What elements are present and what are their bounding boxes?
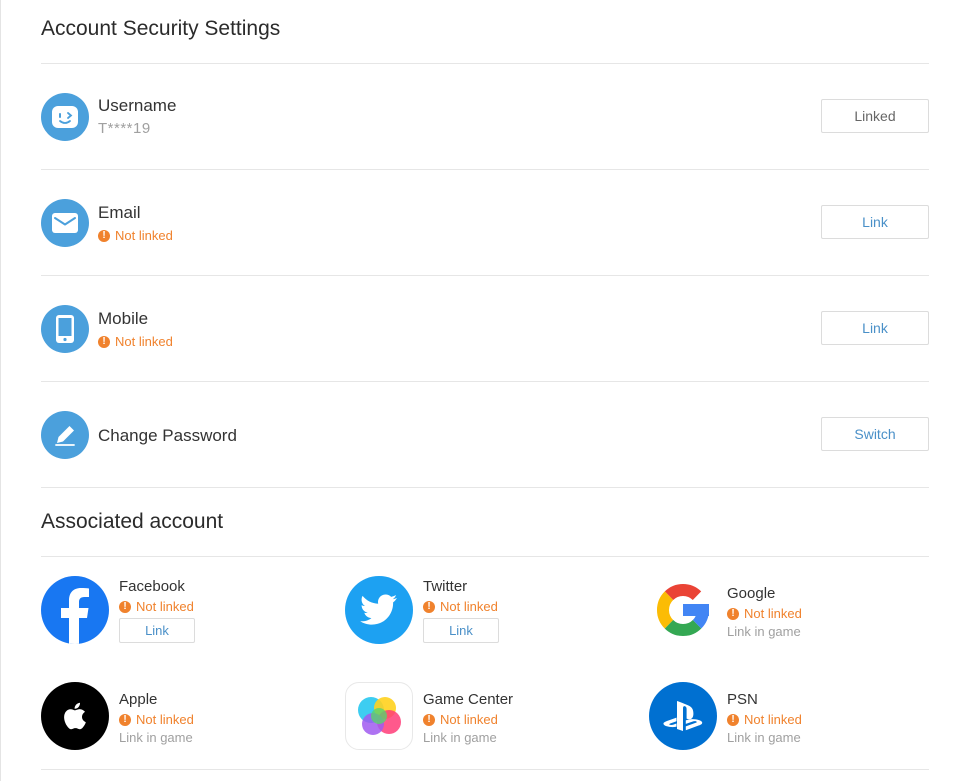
security-row-username: Username T****19 Linked [41,64,929,170]
smiley-face-icon [41,93,89,141]
username-text: Username T****19 [98,96,176,137]
warning-icon: ! [119,600,131,613]
warning-icon: ! [98,335,110,348]
psn-status: ! Not linked [727,712,802,727]
envelope-icon [41,199,89,247]
page-title: Account Security Settings [41,17,281,40]
username-value: T****19 [98,120,151,137]
psn-name: PSN [727,691,758,708]
email-text: Email ! Not linked [98,203,173,243]
warning-icon: ! [423,713,435,726]
google-name: Google [727,585,776,602]
game-center-text: Game Center ! Not linked Link in game [423,691,513,745]
associated-game-center: Game Center ! Not linked Link in game [345,682,625,752]
apple-status-text: Not linked [136,712,194,727]
apple-name: Apple [119,691,158,708]
mobile-link-button[interactable]: Link [821,311,929,345]
game-center-status-text: Not linked [440,712,498,727]
facebook-status-text: Not linked [136,599,194,614]
facebook-link-button[interactable]: Link [119,618,195,643]
divider [41,769,929,770]
twitter-icon [345,576,413,644]
game-center-status: ! Not linked [423,712,513,727]
associated-facebook: Facebook ! Not linked Link [41,576,321,646]
associated-twitter: Twitter ! Not linked Link [345,576,625,646]
associated-google: Google ! Not linked Link in game [649,576,929,646]
email-label: Email [98,203,141,222]
warning-icon: ! [98,229,110,242]
associated-apple: Apple ! Not linked Link in game [41,682,321,752]
facebook-status: ! Not linked [119,599,195,614]
warning-icon: ! [423,600,435,613]
password-label: Change Password [98,426,237,445]
twitter-text: Twitter ! Not linked Link [423,578,499,643]
google-status: ! Not linked [727,606,802,621]
mobile-status: ! Not linked [98,334,173,349]
username-linked-button[interactable]: Linked [821,99,929,133]
twitter-name: Twitter [423,578,468,595]
warning-icon: ! [727,713,739,726]
warning-icon: ! [119,713,131,726]
psn-text: PSN ! Not linked Link in game [727,691,802,745]
username-label: Username [98,96,177,115]
google-text: Google ! Not linked Link in game [727,585,802,639]
divider [41,487,929,488]
facebook-text: Facebook ! Not linked Link [119,578,195,643]
game-center-icon [345,682,413,750]
mobile-text: Mobile ! Not linked [98,309,173,349]
email-link-button[interactable]: Link [821,205,929,239]
mobile-label: Mobile [98,309,149,328]
associated-psn: PSN ! Not linked Link in game [649,682,929,752]
google-icon [649,576,717,644]
mobile-phone-icon [41,305,89,353]
associated-account-title: Associated account [41,510,224,533]
google-hint: Link in game [727,624,801,639]
password-text: Change Password [98,426,237,446]
security-row-password: Change Password Switch [41,382,929,488]
email-status-text: Not linked [115,228,173,243]
security-row-email: Email ! Not linked Link [41,170,929,276]
apple-icon [41,682,109,750]
facebook-icon [41,576,109,644]
twitter-status-text: Not linked [440,599,498,614]
facebook-name: Facebook [119,578,185,595]
apple-hint: Link in game [119,730,193,745]
psn-status-text: Not linked [744,712,802,727]
google-status-text: Not linked [744,606,802,621]
divider [41,556,929,557]
playstation-icon [649,682,717,750]
password-switch-button[interactable]: Switch [821,417,929,451]
twitter-status: ! Not linked [423,599,499,614]
twitter-link-button[interactable]: Link [423,618,499,643]
pencil-icon [41,411,89,459]
page-left-border [0,0,1,781]
security-row-mobile: Mobile ! Not linked Link [41,276,929,382]
apple-text: Apple ! Not linked Link in game [119,691,194,745]
game-center-hint: Link in game [423,730,497,745]
email-status: ! Not linked [98,228,173,243]
mobile-status-text: Not linked [115,334,173,349]
apple-status: ! Not linked [119,712,194,727]
game-center-name: Game Center [423,691,514,708]
warning-icon: ! [727,607,739,620]
psn-hint: Link in game [727,730,801,745]
